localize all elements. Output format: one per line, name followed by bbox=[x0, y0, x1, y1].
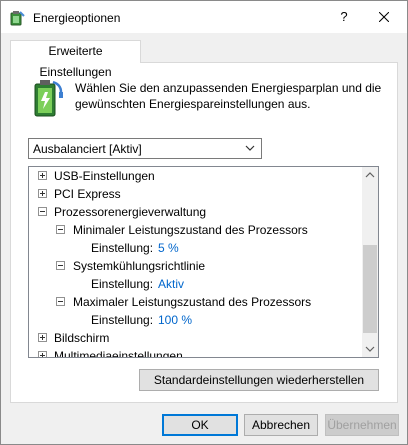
expand-plus-icon[interactable] bbox=[38, 333, 47, 342]
setting-value[interactable]: Aktiv bbox=[158, 275, 184, 293]
tree-item-max-processor-setting[interactable]: Einstellung: 100 % bbox=[29, 311, 362, 329]
scroll-up-arrow-icon bbox=[365, 172, 375, 178]
setting-label: Einstellung: bbox=[91, 241, 154, 255]
title-bar: Energieoptionen ? bbox=[1, 1, 407, 33]
tree-item-display[interactable]: Bildschirm bbox=[29, 329, 362, 347]
tree-item-label: Systemkühlungsrichtlinie bbox=[73, 259, 206, 273]
tree-item-max-processor-state[interactable]: Maximaler Leistungszustand des Prozessor… bbox=[29, 293, 362, 311]
scroll-down-arrow-icon bbox=[365, 346, 375, 352]
collapse-minus-icon[interactable] bbox=[56, 297, 65, 306]
expand-plus-icon[interactable] bbox=[38, 171, 47, 180]
cancel-button[interactable]: Abbrechen bbox=[244, 414, 318, 436]
scrollbar-thumb[interactable] bbox=[363, 245, 377, 333]
energy-options-window: Energieoptionen ? Erweiterte Einstellung… bbox=[0, 0, 408, 445]
power-plan-select[interactable]: Ausbalanciert [Aktiv] bbox=[28, 138, 262, 159]
collapse-minus-icon[interactable] bbox=[56, 261, 65, 270]
settings-tree[interactable]: USB-Einstellungen PCI Express Prozessore… bbox=[28, 166, 379, 358]
tree-item-label: Multimediaeinstellungen bbox=[54, 349, 183, 357]
tree-item-processor-power[interactable]: Prozessorenergieverwaltung bbox=[29, 203, 362, 221]
tree-item-label: Bildschirm bbox=[54, 331, 110, 345]
restore-defaults-button[interactable]: Standardeinstellungen wiederherstellen bbox=[139, 369, 379, 391]
setting-label: Einstellung: bbox=[91, 313, 154, 327]
scroll-up-button[interactable] bbox=[362, 167, 378, 183]
ok-button[interactable]: OK bbox=[162, 414, 238, 436]
tab-advanced-settings[interactable]: Erweiterte Einstellungen bbox=[10, 40, 141, 79]
description-line-1: Wählen Sie den anzupassenden Energiespar… bbox=[75, 81, 382, 95]
description-line-2: gewünschten Energiespareinstellungen aus… bbox=[75, 97, 311, 111]
setting-value[interactable]: 100 % bbox=[158, 311, 192, 329]
tree-item-label: Maximaler Leistungszustand des Prozessor… bbox=[73, 295, 312, 309]
close-icon bbox=[378, 11, 390, 23]
tree-item-min-processor-setting[interactable]: Einstellung: 5 % bbox=[29, 239, 362, 257]
apply-button[interactable]: Übernehmen bbox=[325, 414, 399, 436]
collapse-minus-icon[interactable] bbox=[38, 207, 47, 216]
tree-item-label: USB-Einstellungen bbox=[54, 169, 155, 183]
expand-plus-icon[interactable] bbox=[38, 351, 47, 357]
power-options-icon bbox=[10, 11, 25, 26]
power-plan-select-value: Ausbalanciert [Aktiv] bbox=[33, 142, 142, 156]
tree-item-label: Minimaler Leistungszustand des Prozessor… bbox=[73, 223, 308, 237]
scroll-down-button[interactable] bbox=[362, 341, 378, 357]
setting-value[interactable]: 5 % bbox=[158, 239, 179, 257]
tree-scrollbar[interactable] bbox=[362, 167, 378, 357]
tree-item-multimedia[interactable]: Multimediaeinstellungen bbox=[29, 347, 362, 357]
expand-plus-icon[interactable] bbox=[38, 189, 47, 198]
setting-label: Einstellung: bbox=[91, 277, 154, 291]
battery-power-icon bbox=[34, 80, 63, 117]
tree-item-label: PCI Express bbox=[54, 187, 121, 201]
close-button[interactable] bbox=[361, 1, 407, 33]
tree-item-cooling-setting[interactable]: Einstellung: Aktiv bbox=[29, 275, 362, 293]
tree-item-usb-settings[interactable]: USB-Einstellungen bbox=[29, 167, 362, 185]
description-text: Wählen Sie den anzupassenden Energiespar… bbox=[75, 80, 385, 112]
settings-tree-content: USB-Einstellungen PCI Express Prozessore… bbox=[29, 167, 362, 357]
tree-item-cooling-policy[interactable]: Systemkühlungsrichtlinie bbox=[29, 257, 362, 275]
chevron-down-icon bbox=[245, 145, 255, 151]
tree-item-label: Prozessorenergieverwaltung bbox=[54, 205, 207, 219]
collapse-minus-icon[interactable] bbox=[56, 225, 65, 234]
window-title: Energieoptionen bbox=[33, 11, 121, 25]
tree-item-min-processor-state[interactable]: Minimaler Leistungszustand des Prozessor… bbox=[29, 221, 362, 239]
tree-item-pci-express[interactable]: PCI Express bbox=[29, 185, 362, 203]
